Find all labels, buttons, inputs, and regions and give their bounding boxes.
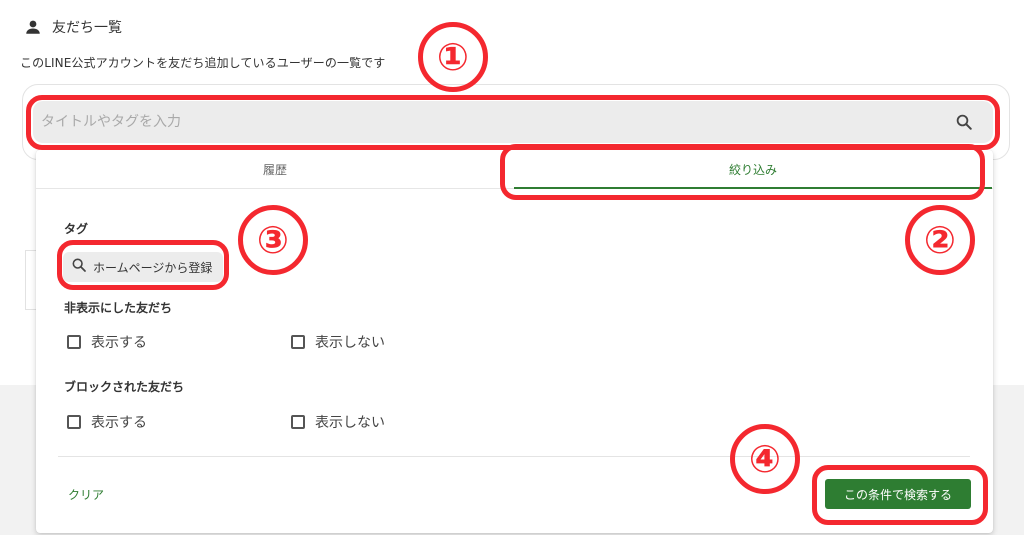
search-with-conditions-button[interactable]: この条件で検索する (825, 479, 971, 509)
blocked-show-checkbox[interactable] (67, 415, 81, 429)
search-bar[interactable] (33, 101, 993, 143)
tag-section-label: タグ (64, 222, 89, 236)
blocked-hide-label: 表示しない (315, 415, 385, 431)
tag-search-field[interactable]: ホームページから登録 (63, 252, 223, 282)
annotation-number-4: ④ (730, 424, 800, 494)
person-icon (24, 18, 42, 36)
tag-search-value: ホームページから登録 (93, 260, 213, 275)
search-input[interactable] (33, 101, 947, 143)
blocked-hide-option[interactable]: 表示しない (291, 412, 385, 432)
filter-panel: 履歴 絞り込み タグ ホームページから登録 非表示にした友だち 表示する 表示し… (36, 150, 993, 533)
page-title: 友だち一覧 (52, 20, 122, 36)
search-icon (71, 257, 87, 277)
page-description: このLINE公式アカウントを友だち追加しているユーザーの一覧です (20, 56, 386, 70)
hidden-show-option[interactable]: 表示する (67, 332, 147, 352)
clear-button[interactable]: クリア (68, 486, 104, 503)
tab-filter[interactable]: 絞り込み (514, 150, 992, 189)
search-icon[interactable] (947, 105, 981, 139)
tab-bar: 履歴 絞り込み (36, 150, 993, 189)
blocked-show-option[interactable]: 表示する (67, 412, 147, 432)
blocked-friends-label: ブロックされた友だち (64, 380, 185, 394)
blocked-hide-checkbox[interactable] (291, 415, 305, 429)
page-header: 友だち一覧 (24, 17, 122, 37)
annotation-number-1: ① (418, 22, 488, 92)
hidden-hide-option[interactable]: 表示しない (291, 332, 385, 352)
hidden-hide-checkbox[interactable] (291, 335, 305, 349)
panel-divider (58, 456, 970, 457)
hidden-friends-label: 非表示にした友だち (64, 301, 173, 315)
hidden-hide-label: 表示しない (315, 335, 385, 351)
blocked-show-label: 表示する (91, 415, 147, 431)
hidden-show-label: 表示する (91, 335, 147, 351)
annotation-number-3: ③ (238, 205, 308, 275)
tab-history[interactable]: 履歴 (36, 150, 514, 188)
hidden-show-checkbox[interactable] (67, 335, 81, 349)
annotation-number-2: ② (905, 205, 975, 275)
